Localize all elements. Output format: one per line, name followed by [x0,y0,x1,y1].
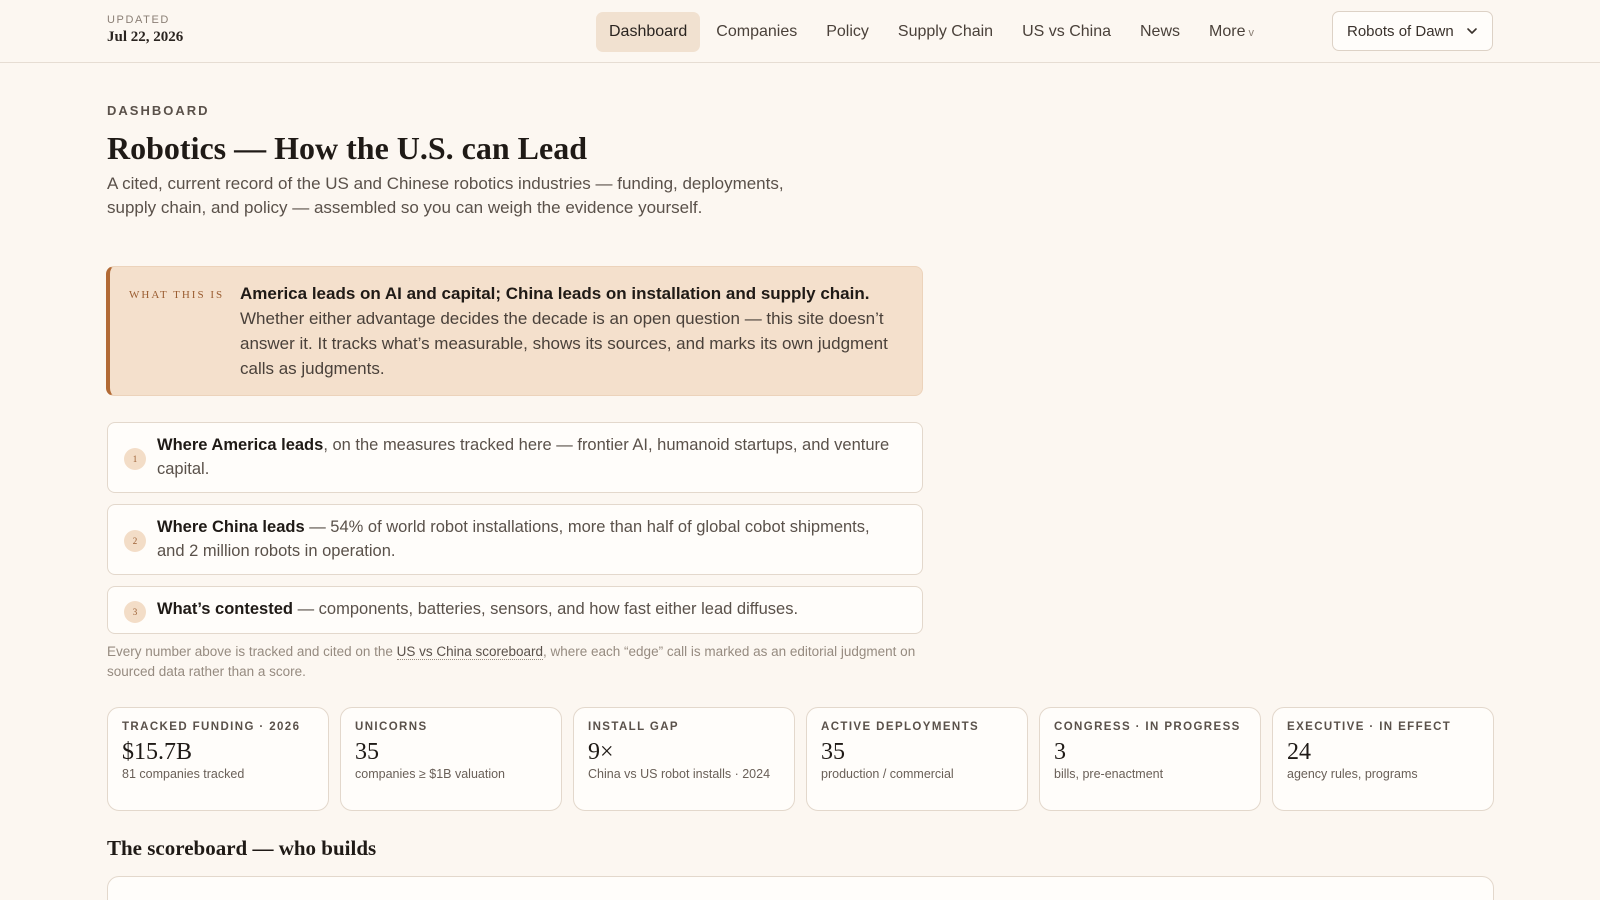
point-china-leads: 2 Where China leads — 54% of world robot… [107,504,923,575]
main-nav: Dashboard Companies Policy Supply Chain … [596,12,1270,52]
point-lead: Where America leads [157,436,324,454]
what-this-is-callout: WHAT THIS IS America leads on AI and cap… [106,266,923,396]
point-text: Where America leads, on the measures tra… [157,434,897,481]
stat-subtext: production / commercial [821,767,954,781]
nav-more-label: More [1209,23,1246,40]
stat-value: 35 [355,739,379,765]
point-america-leads: 1 Where America leads, on the measures t… [107,422,923,493]
footnote: Every number above is tracked and cited … [107,642,927,682]
point-number: 3 [124,601,146,623]
site-select-value: Robots of Dawn [1347,22,1454,40]
page-title: Robotics — How the U.S. can Lead [107,130,588,166]
stat-label: EXECUTIVE · IN EFFECT [1287,721,1452,733]
callout-text: Whether either advantage decides the dec… [240,309,888,378]
page-eyebrow: DASHBOARD [107,103,210,118]
point-text: Where China leads — 54% of world robot i… [157,516,897,563]
stat-label: ACTIVE DEPLOYMENTS [821,721,980,733]
footnote-before: Every number above is tracked and cited … [107,644,397,659]
stat-value: 24 [1287,739,1311,765]
scoreboard-link[interactable]: US vs China scoreboard [396,644,543,660]
caret-down-icon: v [1248,27,1254,39]
scoreboard-section-title: The scoreboard — who builds [107,836,377,860]
stat-card-funding[interactable]: TRACKED FUNDING · 2026 $15.7B 81 compani… [107,707,329,811]
stat-value: 35 [821,739,845,765]
point-number: 1 [124,448,146,470]
updated-date: Jul 22, 2026 [107,29,184,45]
stat-subtext: agency rules, programs [1287,767,1418,781]
page-subtitle: A cited, current record of the US and Ch… [107,174,784,217]
stat-value: $15.7B [122,739,193,765]
updated-stamp: UPDATED Jul 22, 2026 [107,14,183,46]
chevron-down-icon [1467,28,1477,34]
nav-policy[interactable]: Policy [813,12,882,52]
nav-supply-chain[interactable]: Supply Chain [885,12,1006,52]
point-text: What’s contested — components, batteries… [157,598,897,622]
site-select[interactable]: Robots of Dawn [1332,11,1493,51]
point-number: 2 [124,530,146,552]
updated-label: UPDATED [107,14,170,26]
stat-label: UNICORNS [355,721,428,733]
stat-subtext: 81 companies tracked [122,767,245,781]
nav-more[interactable]: More v [1196,12,1267,52]
stat-card-install-gap[interactable]: INSTALL GAP 9× China vs US robot install… [573,707,795,811]
stat-value: 9× [588,739,614,765]
stat-subtext: companies ≥ $1B valuation [355,767,506,781]
stat-card-executive[interactable]: EXECUTIVE · IN EFFECT 24 agency rules, p… [1272,707,1494,811]
point-contested: 3 What’s contested — components, batteri… [107,586,923,634]
callout-body: America leads on AI and capital; China l… [240,281,905,381]
point-detail: — components, batteries, sensors, and ho… [293,600,799,618]
stat-subtext: China vs US robot installs · 2024 [588,767,771,781]
point-lead: What’s contested [157,600,293,618]
stat-cards: TRACKED FUNDING · 2026 $15.7B 81 compani… [107,707,1494,811]
stat-card-deployments[interactable]: ACTIVE DEPLOYMENTS 35 production / comme… [806,707,1028,811]
callout-headline: America leads on AI and capital; China l… [240,284,870,303]
stat-card-unicorns[interactable]: UNICORNS 35 companies ≥ $1B valuation [340,707,562,811]
nav-news[interactable]: News [1127,12,1193,52]
stat-label: CONGRESS · IN PROGRESS [1054,721,1241,733]
stat-label: INSTALL GAP [588,721,680,733]
stat-label: TRACKED FUNDING · 2026 [122,721,301,733]
nav-us-vs-china[interactable]: US vs China [1009,12,1124,52]
top-bar: UPDATED Jul 22, 2026 Dashboard Companies… [0,0,1600,63]
nav-companies[interactable]: Companies [703,12,810,52]
stat-subtext: bills, pre-enactment [1054,767,1164,781]
callout-label: WHAT THIS IS [129,289,225,301]
point-lead: Where China leads [157,518,305,536]
nav-dashboard[interactable]: Dashboard [596,12,701,52]
scoreboard-panel [107,876,1494,900]
stat-card-congress[interactable]: CONGRESS · IN PROGRESS 3 bills, pre-enac… [1039,707,1261,811]
stat-value: 3 [1054,739,1066,765]
